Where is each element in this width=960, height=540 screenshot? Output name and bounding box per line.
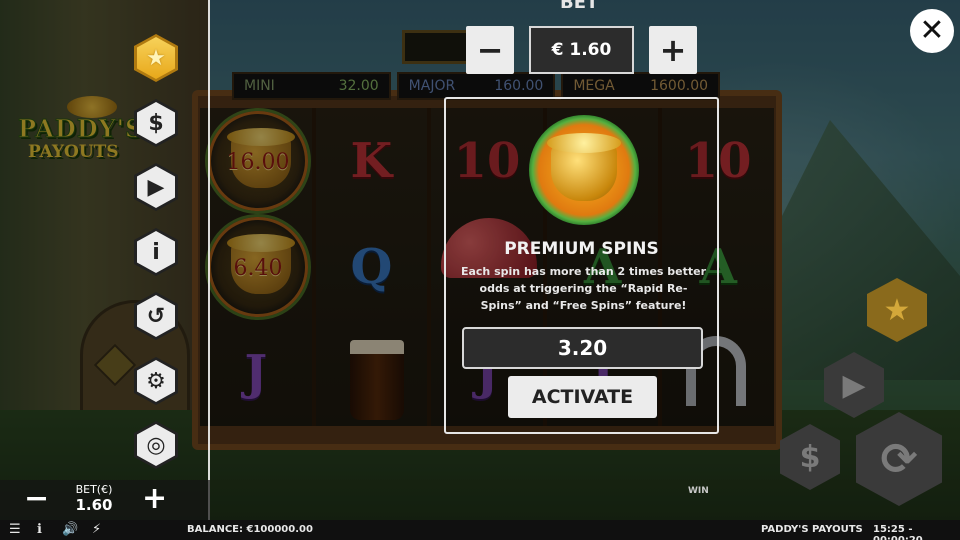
pot-of-gold-icon	[529, 115, 639, 225]
bet-minus-button[interactable]: −	[466, 26, 514, 74]
close-button[interactable]: ✕	[910, 9, 954, 53]
bet-amount: 1.60	[75, 496, 113, 514]
info-icon: i	[152, 239, 160, 265]
premium-title: PREMIUM SPINS	[504, 239, 659, 259]
bet-increase-button[interactable]: +	[142, 483, 167, 515]
bet-value-display: € 1.60	[529, 26, 634, 74]
play-icon: ▶	[147, 174, 165, 200]
star-icon: ★	[146, 45, 166, 71]
turbo-icon[interactable]: ⚡	[92, 522, 101, 538]
premium-spins-panel: PREMIUM SPINS Each spin has more than 2 …	[444, 97, 719, 434]
sidebar-item-info[interactable]: i	[134, 228, 178, 276]
sidebar-item-turbo[interactable]: ◎	[134, 421, 178, 469]
turbo-icon: ◎	[146, 432, 166, 458]
win-label: WIN	[688, 486, 709, 496]
balance-text: BALANCE: €100000.00	[187, 524, 313, 535]
sidebar-item-autoplay[interactable]: ▶	[134, 163, 178, 211]
history-icon: ↺	[146, 303, 166, 329]
game-name: PADDY'S PAYOUTS	[761, 524, 863, 535]
clock-session-time: 15:25 - 00:00:20	[873, 524, 923, 540]
premium-price: 3.20	[462, 327, 703, 369]
status-bar: ☰ ℹ 🔊 ⚡ BALANCE: €100000.00 PADDY'S PAYO…	[0, 520, 960, 540]
sidebar-item-history[interactable]: ↺	[134, 292, 178, 340]
activate-button[interactable]: ACTIVATE	[508, 376, 657, 418]
dollar-icon: $	[799, 439, 821, 475]
menu-icon[interactable]: ☰	[9, 522, 21, 538]
bet-title: BET	[560, 0, 599, 13]
info-icon[interactable]: ℹ	[37, 522, 42, 538]
bet-decrease-button[interactable]: −	[24, 483, 49, 515]
sidebar-item-settings[interactable]: ⚙	[134, 357, 178, 405]
dollar-icon: $	[148, 110, 164, 136]
play-icon: ▶	[842, 367, 866, 403]
gear-icon: ⚙	[146, 368, 166, 394]
bet-label: BET(€)	[75, 483, 113, 496]
sidebar-item-buy[interactable]: $	[134, 99, 178, 147]
premium-description: Each spin has more than 2 times better o…	[460, 265, 707, 312]
sound-icon[interactable]: 🔊	[62, 522, 78, 538]
bottom-bet-panel: − BET(€) 1.60 +	[0, 480, 210, 520]
sidebar-menu: ★ $ ▶ i ↺ ⚙ ◎	[0, 0, 210, 520]
star-icon: ★	[883, 292, 911, 328]
spin-icon: ⟳	[880, 433, 918, 485]
sidebar-item-star[interactable]: ★	[134, 34, 178, 82]
gold-coins-icon	[547, 133, 621, 153]
close-icon: ✕	[919, 13, 945, 48]
bet-plus-button[interactable]: +	[649, 26, 697, 74]
